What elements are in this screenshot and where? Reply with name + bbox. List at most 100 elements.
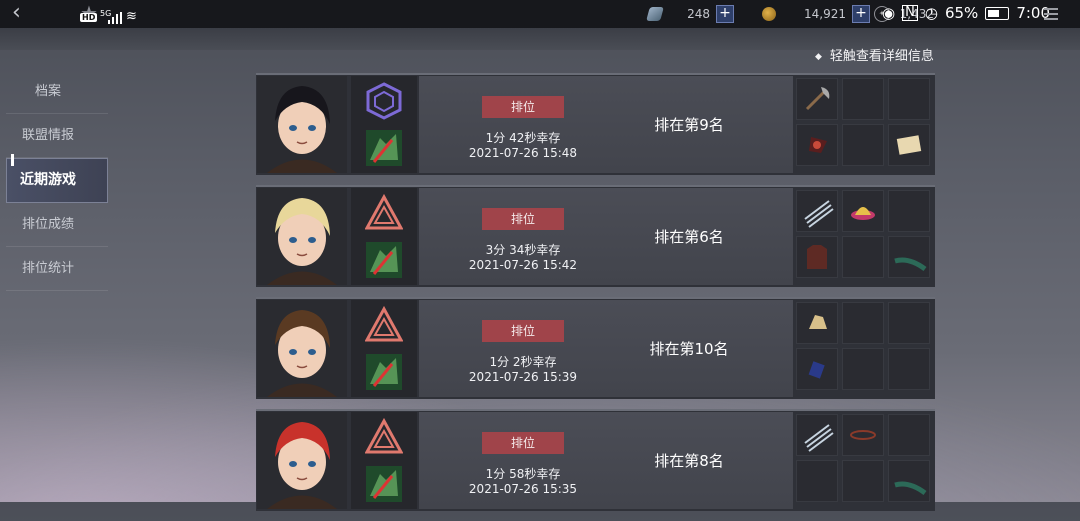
tier-emblem-icon xyxy=(364,193,404,232)
crystal-count: 248 xyxy=(687,7,710,21)
alarm-icon: ◷ xyxy=(924,4,938,22)
sidebar: 档案 联盟情报 近期游戏 排位成绩 排位统计 xyxy=(6,70,108,291)
top-bar: ‹ ★ HD 5G ≋ 248 + 14,921 + ✦ 1,432 ◉ N ◷… xyxy=(0,0,1080,28)
item-slot[interactable] xyxy=(888,348,930,390)
game-date: 2021-07-26 15:42 xyxy=(468,258,578,272)
sidebar-item-label: 联盟情报 xyxy=(21,128,74,143)
recent-games-list: 排位 1分 42秒幸存 2021-07-26 15:48 排在第9名 排位 3分 34秒幸… xyxy=(256,73,938,521)
sidebar-item-profile[interactable]: 档案 xyxy=(6,70,108,114)
tier-emblem-icon xyxy=(365,82,403,120)
item-slot[interactable] xyxy=(888,460,930,502)
item-slot[interactable] xyxy=(842,190,884,232)
sidebar-item-label: 排位统计 xyxy=(21,261,74,276)
survival-time: 1分 42秒幸存 xyxy=(485,131,561,145)
item-slot[interactable] xyxy=(796,78,838,120)
placement: 排在第10名 xyxy=(649,340,729,358)
game-card[interactable]: 排位 1分 2秒幸存 2021-07-26 15:39 排在第10名 xyxy=(256,297,935,399)
character-portrait xyxy=(257,188,347,285)
item-slot[interactable] xyxy=(842,414,884,456)
eye-icon: ◉ xyxy=(882,4,896,22)
game-date: 2021-07-26 15:35 xyxy=(468,482,578,496)
nfc-icon: N xyxy=(902,5,918,21)
battery-icon xyxy=(985,6,1010,20)
game-info: 排位 1分 2秒幸存 2021-07-26 15:39 排在第10名 xyxy=(419,300,793,397)
weapon-icon xyxy=(366,354,402,390)
item-slot[interactable] xyxy=(842,460,884,502)
item-slot[interactable] xyxy=(796,414,838,456)
menu-icon[interactable] xyxy=(1044,8,1058,23)
item-slot[interactable] xyxy=(796,190,838,232)
game-date: 2021-07-26 15:39 xyxy=(468,370,578,384)
tier-emblem-icon xyxy=(364,417,404,456)
signal-icon xyxy=(108,12,122,24)
item-slot[interactable] xyxy=(888,236,930,278)
item-slot[interactable] xyxy=(842,302,884,344)
survival-time: 1分 58秒幸存 xyxy=(485,467,561,481)
mode-badge: 排位 xyxy=(482,320,564,342)
game-info: 排位 3分 34秒幸存 2021-07-26 15:42 排在第6名 xyxy=(419,188,793,285)
item-slot[interactable] xyxy=(888,78,930,120)
back-arrow-icon[interactable]: ‹ xyxy=(12,2,32,24)
mode-badge: 排位 xyxy=(482,208,564,230)
game-date: 2021-07-26 15:48 xyxy=(468,146,578,160)
loadout-column xyxy=(351,76,417,173)
loadout-column xyxy=(351,412,417,509)
item-slot[interactable] xyxy=(842,78,884,120)
system-status: ◉ N ◷ 65% 7:00 xyxy=(882,4,1050,22)
character-portrait xyxy=(257,412,347,509)
item-slot[interactable] xyxy=(842,348,884,390)
item-slot[interactable] xyxy=(796,236,838,278)
add-coin-button[interactable]: + xyxy=(852,5,870,23)
survival-time: 3分 34秒幸存 xyxy=(485,243,561,257)
survival-time: 1分 2秒幸存 xyxy=(489,355,557,369)
game-card[interactable]: 排位 1分 58秒幸存 2021-07-26 15:35 排在第8名 xyxy=(256,409,935,511)
item-slot[interactable] xyxy=(888,190,930,232)
loadout-column xyxy=(351,188,417,285)
character-portrait-art xyxy=(257,188,347,285)
placement: 排在第9名 xyxy=(654,116,724,134)
sidebar-item-ranked-results[interactable]: 排位成绩 xyxy=(6,203,108,247)
item-slot[interactable] xyxy=(796,460,838,502)
sidebar-item-label: 近期游戏 xyxy=(20,172,76,188)
game-info: 排位 1分 58秒幸存 2021-07-26 15:35 排在第8名 xyxy=(419,412,793,509)
wifi-icon: ≋ xyxy=(126,9,137,24)
weapon-icon xyxy=(366,466,402,502)
coin-icon xyxy=(762,7,776,21)
crystal-icon xyxy=(646,7,664,21)
character-portrait-art xyxy=(257,76,347,173)
item-grid xyxy=(796,302,932,394)
item-slot[interactable] xyxy=(796,302,838,344)
item-slot[interactable] xyxy=(888,124,930,166)
item-grid xyxy=(796,78,932,170)
item-slot[interactable] xyxy=(842,236,884,278)
loadout-column xyxy=(351,300,417,397)
sidebar-item-recent-games[interactable]: 近期游戏 xyxy=(6,154,108,203)
sidebar-item-ranked-stats[interactable]: 排位统计 xyxy=(6,247,108,291)
coin-count: 14,921 xyxy=(804,7,846,21)
placement: 排在第8名 xyxy=(654,452,724,470)
item-slot[interactable] xyxy=(888,414,930,456)
tap-hint: 轻触查看详细信息 xyxy=(815,45,934,64)
network-badge: HD xyxy=(80,13,98,22)
character-portrait-art xyxy=(257,300,347,397)
character-portrait-art xyxy=(257,412,347,509)
item-grid xyxy=(796,190,932,282)
game-card[interactable]: 排位 1分 42秒幸存 2021-07-26 15:48 排在第9名 xyxy=(256,73,935,175)
sidebar-item-label: 排位成绩 xyxy=(21,217,74,232)
item-slot[interactable] xyxy=(888,302,930,344)
coin-resource: 14,921 + xyxy=(762,5,870,23)
game-card[interactable]: 排位 3分 34秒幸存 2021-07-26 15:42 排在第6名 xyxy=(256,185,935,287)
game-info: 排位 1分 42秒幸存 2021-07-26 15:48 排在第9名 xyxy=(419,76,793,173)
item-slot[interactable] xyxy=(796,348,838,390)
mode-badge: 排位 xyxy=(482,96,564,118)
character-portrait xyxy=(257,76,347,173)
sidebar-item-alliance-intel[interactable]: 联盟情报 xyxy=(6,114,108,158)
sidebar-item-label: 档案 xyxy=(34,84,61,99)
item-slot[interactable] xyxy=(842,124,884,166)
mode-badge: 排位 xyxy=(482,432,564,454)
character-portrait xyxy=(257,300,347,397)
item-slot[interactable] xyxy=(796,124,838,166)
tier-emblem-icon xyxy=(364,305,404,344)
add-crystal-button[interactable]: + xyxy=(716,5,734,23)
placement: 排在第6名 xyxy=(654,228,724,246)
